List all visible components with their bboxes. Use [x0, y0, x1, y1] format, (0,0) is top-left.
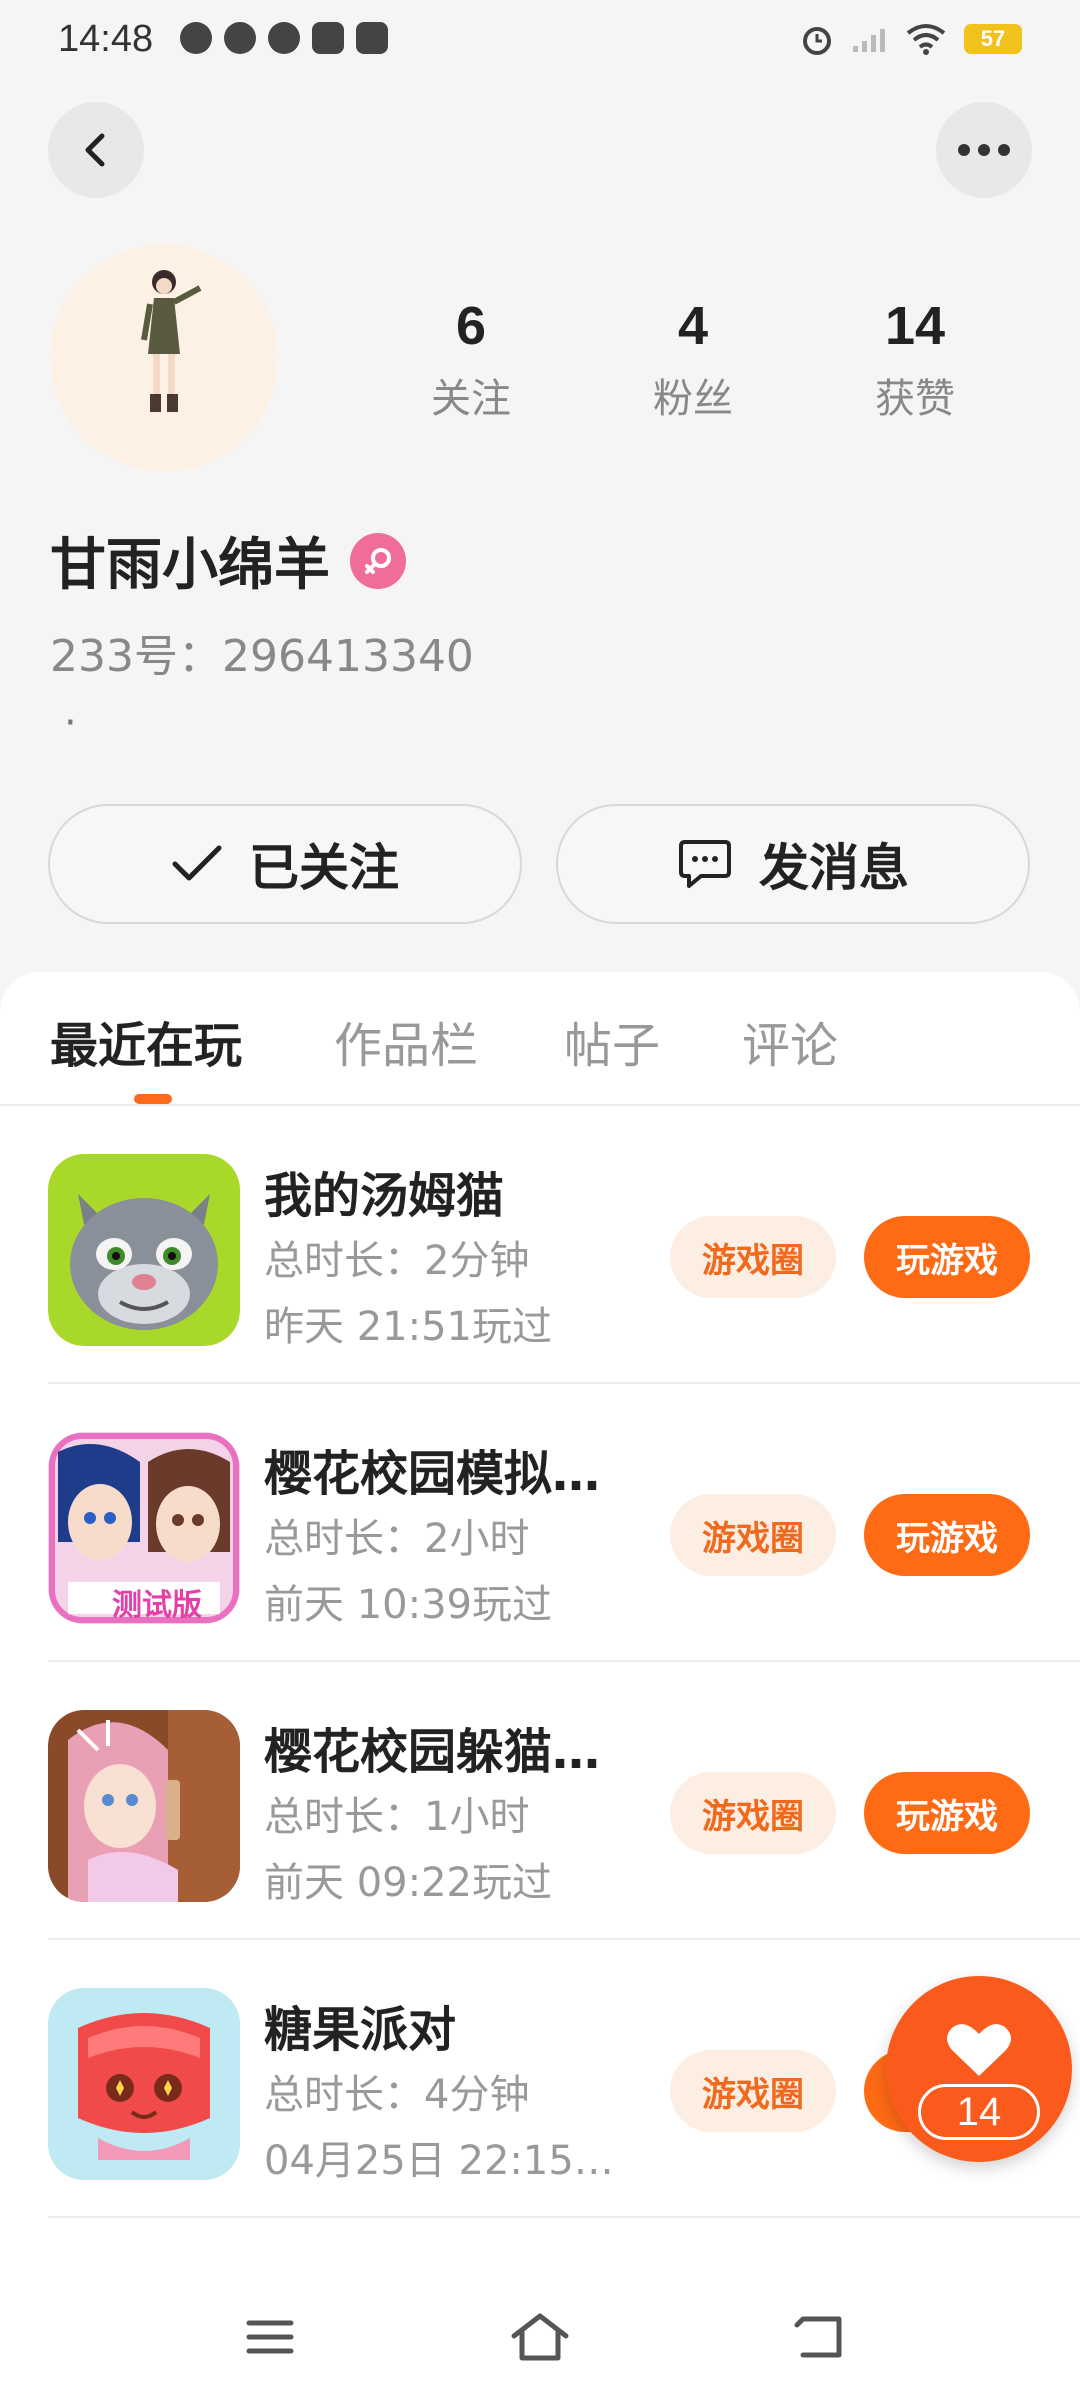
game-row[interactable]: 测试版 樱花校园模拟… 总时长：2小时 前天 10:39玩过 游戏圈 玩游戏 [48, 1384, 1080, 1662]
game-duration: 总时长：2分钟 [264, 1238, 530, 1284]
play-game-button[interactable]: 玩游戏 [864, 1494, 1030, 1576]
likes-stat[interactable]: 14 获赞 [804, 296, 1026, 424]
play-game-button[interactable]: 玩游戏 [864, 1216, 1030, 1298]
calendar-icon [312, 22, 344, 54]
home-icon [511, 2313, 569, 2361]
username: 甘雨小绵羊 [50, 533, 330, 598]
female-gender-icon [350, 532, 406, 589]
status-time: 14:48 [58, 18, 154, 60]
profile-stats: 6 关注 4 粉丝 14 获赞 [360, 296, 1040, 424]
check-icon [172, 845, 222, 881]
signal-icon [853, 29, 885, 52]
system-icons: 57 [800, 22, 1022, 56]
user-bio: · [64, 700, 77, 746]
game-duration: 总时长：4分钟 [264, 2072, 530, 2118]
tab-comments[interactable]: 评论 [742, 1006, 838, 1076]
more-dots-icon [958, 144, 1010, 156]
alarm-icon [803, 27, 831, 55]
stat-label: 获赞 [875, 376, 955, 422]
sakura-school-hide-seek-game-icon[interactable] [48, 1710, 240, 1902]
back-button[interactable] [48, 102, 144, 198]
following-button[interactable]: 已关注 [48, 804, 522, 924]
send-message-button[interactable]: 发消息 [556, 804, 1030, 924]
chevron-left-icon [85, 133, 105, 167]
notification-icons [180, 22, 388, 54]
stat-value: 14 [884, 296, 946, 356]
game-circle-button[interactable]: 游戏圈 [670, 1216, 836, 1298]
game-circle-button[interactable]: 游戏圈 [670, 1772, 836, 1854]
floating-like-button[interactable]: 14 [886, 1976, 1072, 2162]
send-message-label: 发消息 [759, 839, 909, 897]
heart-icon [947, 2024, 1011, 2076]
game-last-played: 前天 09:22玩过 [264, 1860, 552, 1906]
beta-version-badge: 测试版 [112, 1588, 202, 1623]
menu-icon [246, 2320, 294, 2354]
stat-label: 关注 [431, 376, 511, 422]
game-title: 糖果派对 [264, 2002, 457, 2058]
game-title: 我的汤姆猫 [264, 1168, 505, 1224]
followers-stat[interactable]: 4 粉丝 [582, 296, 804, 424]
home-nav-button[interactable] [500, 2302, 580, 2372]
tab-works[interactable]: 作品栏 [334, 1006, 478, 1076]
stat-value: 6 [455, 296, 487, 356]
candy-party-game-icon[interactable] [48, 1988, 240, 2180]
menu-nav-button[interactable] [230, 2302, 310, 2372]
game-last-played: 04月25日 22:15… [264, 2138, 614, 2184]
sakura-school-sim-game-icon[interactable]: 测试版 [48, 1432, 240, 1624]
status-bar: 14:48 57 [0, 0, 1080, 80]
wechat-icon [268, 22, 300, 54]
talking-tom-game-icon[interactable] [48, 1154, 240, 1346]
mail-icon [356, 22, 388, 54]
game-title: 樱花校园模拟… [264, 1446, 601, 1502]
active-tab-indicator [134, 1094, 172, 1104]
stat-value: 4 [677, 296, 709, 356]
compass-icon [180, 22, 212, 54]
profile-page: 14:48 57 6 关注 4 粉丝 14 获赞 甘雨小绵羊 233号：2964… [0, 0, 1080, 2400]
game-last-played: 昨天 21:51玩过 [264, 1304, 552, 1350]
tab-recently-played[interactable]: 最近在玩 [50, 1006, 242, 1076]
game-title: 樱花校园躲猫… [264, 1724, 601, 1780]
back-icon [794, 2316, 842, 2358]
avatar[interactable] [50, 244, 278, 472]
more-options-button[interactable] [936, 102, 1032, 198]
battery-indicator: 57 [964, 24, 1022, 54]
game-circle-button[interactable]: 游戏圈 [670, 1494, 836, 1576]
following-stat[interactable]: 6 关注 [360, 296, 582, 424]
wifi-icon [906, 24, 946, 55]
game-row[interactable]: 我的汤姆猫 总时长：2分钟 昨天 21:51玩过 游戏圈 玩游戏 [48, 1106, 1080, 1384]
game-circle-button[interactable]: 游戏圈 [670, 2050, 836, 2132]
character-avatar-icon [141, 270, 202, 412]
stat-label: 粉丝 [653, 376, 733, 422]
back-nav-button[interactable] [780, 2302, 860, 2372]
game-row[interactable]: 樱花校园躲猫… 总时长：1小时 前天 09:22玩过 游戏圈 玩游戏 [48, 1662, 1080, 1940]
username-row: 甘雨小绵羊 [50, 520, 406, 601]
chat-bubble-icon [679, 840, 731, 888]
following-label: 已关注 [249, 839, 399, 897]
profile-tabs: 最近在玩 作品栏 帖子 评论 [0, 972, 1080, 1106]
game-duration: 总时长：2小时 [264, 1516, 530, 1562]
game-last-played: 前天 10:39玩过 [264, 1582, 552, 1628]
system-navigation-bar [0, 2272, 1080, 2400]
fan-icon [224, 22, 256, 54]
tab-posts[interactable]: 帖子 [564, 1006, 660, 1076]
user-id: 233号：296413340 [50, 631, 474, 682]
play-game-button[interactable]: 玩游戏 [864, 1772, 1030, 1854]
like-count: 14 [918, 2084, 1040, 2140]
game-duration: 总时长：1小时 [264, 1794, 530, 1840]
